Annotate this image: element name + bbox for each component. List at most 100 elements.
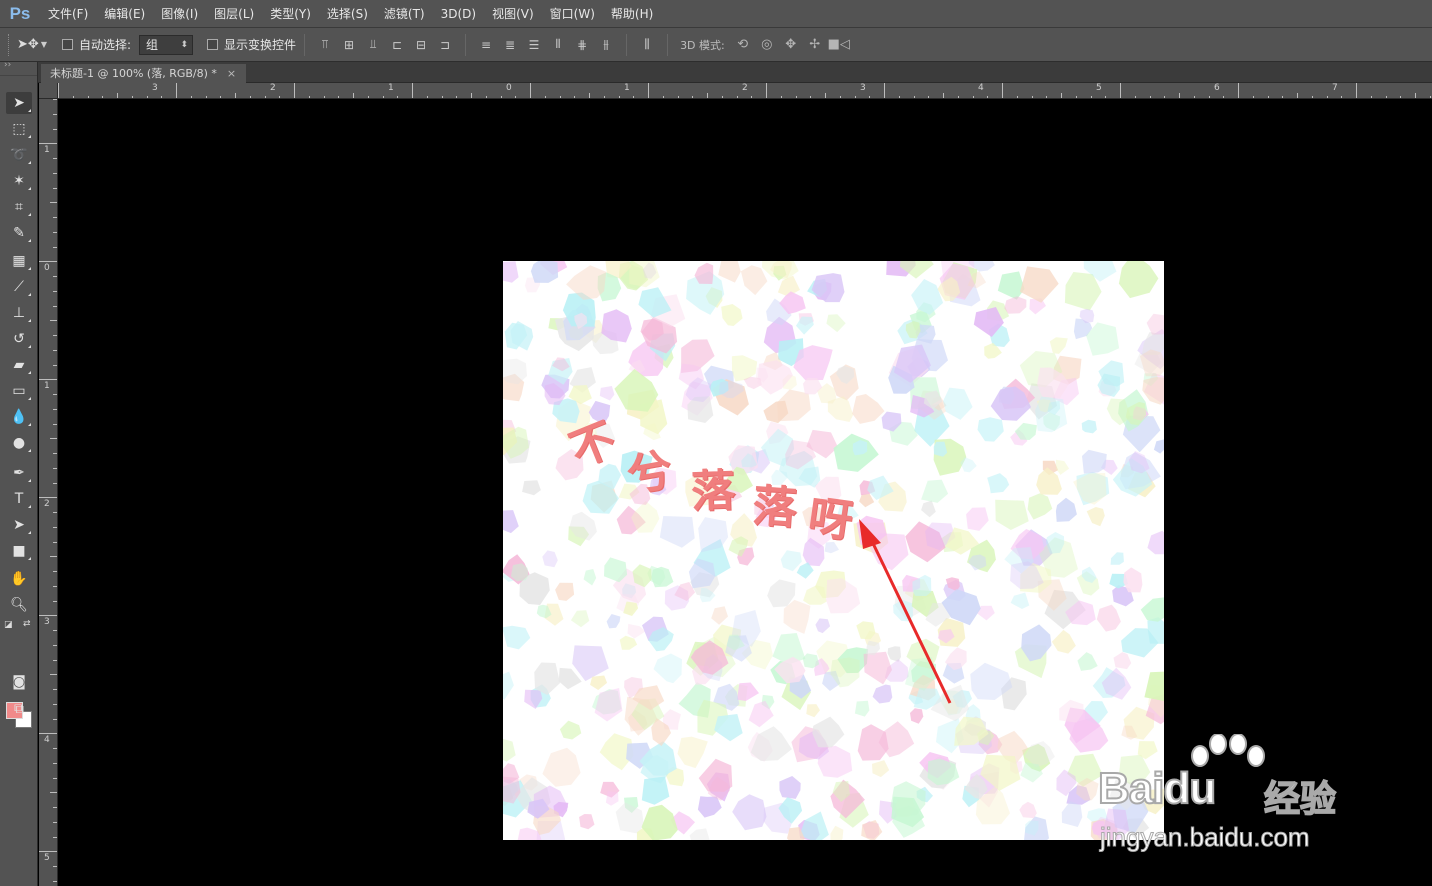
menu-filter[interactable]: 滤镜(T) bbox=[376, 0, 433, 28]
distribute-vcenter-icon[interactable]: ≣ bbox=[498, 34, 522, 56]
eyedropper-icon[interactable]: ✎ bbox=[6, 222, 32, 244]
ruler-label: 7 bbox=[1332, 83, 1338, 93]
menu-window[interactable]: 窗口(W) bbox=[542, 0, 603, 28]
menu-3d[interactable]: 3D(D) bbox=[433, 0, 484, 28]
tools-panel-header[interactable] bbox=[0, 60, 37, 76]
align-right-icon[interactable]: ⊐ bbox=[433, 34, 457, 56]
close-icon[interactable]: × bbox=[227, 64, 236, 83]
rect-marquee-icon[interactable]: ⬚ bbox=[6, 118, 32, 140]
ruler-label: 3 bbox=[152, 83, 158, 93]
gradient-icon[interactable]: ▭ bbox=[6, 380, 32, 402]
auto-select-checkbox[interactable] bbox=[62, 39, 73, 50]
rotate-3d-icon[interactable]: ⟲ bbox=[731, 34, 755, 56]
menu-help[interactable]: 帮助(H) bbox=[603, 0, 661, 28]
auto-align-icon[interactable]: ⫼ bbox=[635, 34, 659, 56]
arrow-head bbox=[859, 519, 881, 549]
eraser-icon[interactable]: ▰ bbox=[6, 354, 32, 376]
lasso-icon[interactable]: ➰ bbox=[6, 144, 32, 166]
show-transform-checkbox[interactable] bbox=[207, 39, 219, 50]
swap-colors-icon[interactable]: ⇄ bbox=[23, 619, 31, 629]
ruler-label: 2 bbox=[270, 83, 276, 93]
move-tool-icon: ➤✥ bbox=[17, 37, 39, 52]
ruler-label: 5 bbox=[44, 853, 50, 863]
default-colors-icon[interactable]: ◪ bbox=[4, 620, 13, 630]
screen-mode-icon[interactable]: ⧉ bbox=[6, 698, 32, 720]
options-grip[interactable] bbox=[8, 33, 16, 56]
ruler-label: 3 bbox=[860, 83, 866, 93]
divider bbox=[304, 33, 306, 56]
menu-image[interactable]: 图像(I) bbox=[153, 0, 206, 28]
ruler-label: 0 bbox=[506, 83, 512, 93]
mode-3d-label: 3D 模式: bbox=[680, 38, 725, 52]
vertical-ruler-ticks bbox=[39, 99, 57, 882]
document-canvas[interactable]: 不 兮 落 落 呀 bbox=[503, 261, 1164, 840]
quick-mask-icon[interactable]: ◙ bbox=[6, 671, 32, 693]
distribute-hcenter-icon[interactable]: ⋕ bbox=[570, 34, 594, 56]
menu-edit[interactable]: 编辑(E) bbox=[96, 0, 153, 28]
document-tab-bar: 未标题-1 @ 100% (落, RGB/8) * × bbox=[38, 62, 1432, 83]
roll-3d-icon[interactable]: ◎ bbox=[755, 34, 779, 56]
drag-3d-icon[interactable]: ✥ bbox=[779, 34, 803, 56]
hand-icon[interactable]: ✋ bbox=[6, 568, 32, 590]
vertical-ruler[interactable]: 1 0 1 2 3 4 5 bbox=[39, 99, 58, 886]
move-tool-icon[interactable]: ➤ bbox=[6, 92, 32, 114]
show-transform-label: 显示变换控件 bbox=[224, 38, 297, 52]
divider bbox=[626, 33, 628, 56]
ruler-label: 3 bbox=[44, 617, 50, 627]
type-icon[interactable]: T bbox=[6, 488, 32, 510]
menu-type[interactable]: 类型(Y) bbox=[262, 0, 319, 28]
ruler-label: 1 bbox=[44, 145, 50, 155]
tools-panel: ➤ ⬚ ➰ ✶ ⌗ ✎ ▦ ⟋ ⊥ ↺ ▰ ▭ 💧 ● ✒ T ➤ ■ ✋ 🔍︎… bbox=[0, 60, 38, 886]
ruler-label: 2 bbox=[742, 83, 748, 93]
align-left-icon[interactable]: ⊏ bbox=[385, 34, 409, 56]
watermark-brand: Baidu bbox=[1097, 763, 1217, 814]
auto-select-label: 自动选择: bbox=[79, 38, 132, 52]
menu-bar: Ps 文件(F) 编辑(E) 图像(I) 图层(L) 类型(Y) 选择(S) 滤… bbox=[0, 0, 1432, 28]
dodge-icon[interactable]: ● bbox=[6, 432, 32, 454]
horizontal-ruler[interactable]: 3 2 1 0 1 2 3 4 5 6 7 bbox=[58, 83, 1432, 99]
align-hcenter-icon[interactable]: ⊟ bbox=[409, 34, 433, 56]
annotation-arrow bbox=[859, 519, 952, 704]
distribute-bottom-icon[interactable]: ☰ bbox=[522, 34, 546, 56]
distribute-top-icon[interactable]: ≡ bbox=[474, 34, 498, 56]
menu-select[interactable]: 选择(S) bbox=[319, 0, 376, 28]
watermark-url: jingyan.baidu.com bbox=[1100, 822, 1311, 853]
tool-preset-picker[interactable]: ➤✥ ▼ bbox=[16, 34, 48, 56]
path-select-icon[interactable]: ➤ bbox=[6, 514, 32, 536]
ruler-label: 1 bbox=[624, 83, 630, 93]
menu-layer[interactable]: 图层(L) bbox=[206, 0, 262, 28]
ruler-label: 1 bbox=[44, 381, 50, 391]
blur-icon[interactable]: 💧 bbox=[6, 406, 32, 428]
app-logo: Ps bbox=[9, 3, 31, 23]
history-brush-icon[interactable]: ↺ bbox=[6, 328, 32, 350]
ruler-label: 4 bbox=[978, 83, 984, 93]
pen-icon[interactable]: ✒ bbox=[6, 462, 32, 484]
scale-3d-icon[interactable]: ■◁ bbox=[827, 34, 851, 56]
align-bottom-icon[interactable]: ⫫ bbox=[361, 34, 385, 56]
brush-icon[interactable]: ⟋ bbox=[6, 276, 32, 298]
healing-brush-icon[interactable]: ▦ bbox=[6, 250, 32, 272]
slide-3d-icon[interactable]: ✢ bbox=[803, 34, 827, 56]
menu-file[interactable]: 文件(F) bbox=[40, 0, 96, 28]
ruler-label: 0 bbox=[44, 263, 50, 273]
ruler-label: 2 bbox=[44, 499, 50, 509]
divider bbox=[667, 33, 669, 56]
ruler-label: 1 bbox=[388, 83, 394, 93]
rectangle-shape-icon[interactable]: ■ bbox=[6, 540, 32, 562]
distribute-left-icon[interactable]: ⫴ bbox=[546, 34, 570, 56]
crop-icon[interactable]: ⌗ bbox=[6, 196, 32, 218]
align-top-icon[interactable]: ⫪ bbox=[313, 34, 337, 56]
magic-wand-icon[interactable]: ✶ bbox=[6, 170, 32, 192]
align-vcenter-icon[interactable]: ⊞ bbox=[337, 34, 361, 56]
zoom-icon[interactable]: 🔍︎ bbox=[6, 594, 32, 616]
document-tab[interactable]: 未标题-1 @ 100% (落, RGB/8) * × bbox=[41, 64, 247, 83]
menu-view[interactable]: 视图(V) bbox=[484, 0, 542, 28]
chevron-down-icon: ▼ bbox=[40, 40, 47, 49]
divider bbox=[465, 33, 467, 56]
distribute-right-icon[interactable]: ⫵ bbox=[594, 34, 618, 56]
clone-stamp-icon[interactable]: ⊥ bbox=[6, 302, 32, 324]
ruler-label: 6 bbox=[1214, 83, 1220, 93]
ruler-origin[interactable] bbox=[39, 83, 58, 99]
auto-select-dropdown[interactable]: 组 bbox=[139, 34, 194, 55]
ruler-label: 5 bbox=[1096, 83, 1102, 93]
